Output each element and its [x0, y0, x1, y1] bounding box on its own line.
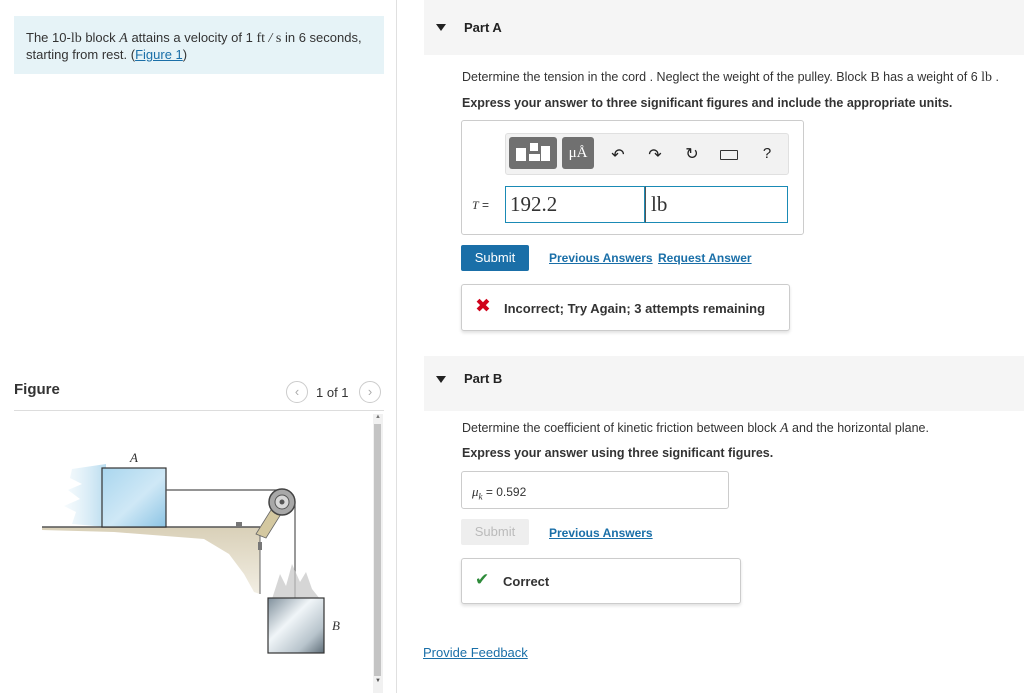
figure-link[interactable]: Figure 1 — [135, 47, 183, 62]
request-answer-link[interactable]: Request Answer — [658, 251, 752, 265]
figure-diagram: A B — [42, 450, 340, 654]
tension-unit-input[interactable]: lb — [645, 186, 788, 223]
incorrect-x-icon: ✖ — [475, 296, 491, 317]
figure-scrollbar-thumb[interactable] — [374, 424, 381, 676]
table-surface — [42, 527, 260, 594]
chevron-left-icon: ‹ — [294, 384, 300, 399]
caret-down-icon[interactable] — [436, 24, 446, 31]
label-b: B — [332, 618, 340, 633]
provide-feedback-link[interactable]: Provide Feedback — [423, 645, 528, 660]
figure-counter: 1 of 1 — [316, 385, 349, 400]
part-a-feedback-text: Incorrect; Try Again; 3 attempts remaini… — [504, 301, 766, 316]
motion-blur-b — [272, 564, 320, 599]
units-icon: μÅ — [568, 145, 588, 161]
part-b-question: Determine the coefficient of kinetic fri… — [462, 421, 929, 436]
templates-button[interactable] — [509, 137, 557, 169]
tension-value-input[interactable]: 192.2 — [505, 186, 645, 223]
part-b-title: Part B — [464, 371, 503, 386]
units-button[interactable]: μÅ — [562, 137, 594, 169]
scroll-up-arrow-icon[interactable]: ▲ — [373, 414, 383, 424]
part-a-question: Determine the tension in the cord . Negl… — [462, 70, 999, 85]
block-a — [101, 467, 167, 528]
part-a-header[interactable] — [424, 0, 1024, 55]
figure-prev-button[interactable]: ‹ — [286, 381, 308, 403]
reset-icon[interactable]: ↻ — [682, 144, 702, 164]
part-b-submit-button[interactable]: Submit — [461, 519, 529, 545]
scroll-down-arrow-icon[interactable]: ▼ — [373, 678, 383, 688]
panel-divider — [396, 0, 397, 693]
block-b — [267, 597, 325, 654]
redo-icon[interactable]: ↷ — [645, 145, 665, 165]
part-a-variable-label: T = — [472, 198, 490, 212]
friction-value: 0.592 — [496, 485, 527, 499]
help-icon[interactable]: ? — [757, 145, 777, 162]
keyboard-icon[interactable] — [720, 150, 738, 160]
figure-title: Figure — [14, 381, 60, 398]
part-b-answer: μk = 0.592 — [472, 484, 527, 502]
part-b-header[interactable] — [424, 356, 1024, 411]
label-a: A — [129, 450, 138, 465]
part-b-previous-answers-link[interactable]: Previous Answers — [549, 526, 653, 540]
part-a-submit-button[interactable]: Submit — [461, 245, 529, 271]
figure-divider — [14, 410, 384, 411]
part-a-previous-answers-link[interactable]: Previous Answers — [549, 251, 653, 265]
part-a-instruction: Express your answer to three significant… — [462, 96, 953, 110]
part-b-feedback-text: Correct — [503, 574, 550, 589]
motion-blur-a — [64, 464, 106, 527]
part-b-instruction: Express your answer using three signific… — [462, 446, 774, 460]
problem-statement: The 10-lb block A attains a velocity of … — [26, 30, 362, 62]
figure-next-button[interactable]: › — [359, 381, 381, 403]
undo-icon[interactable]: ↶ — [608, 145, 628, 165]
checkmark-icon: ✔ — [475, 570, 490, 589]
chevron-right-icon: › — [367, 384, 373, 399]
caret-down-icon[interactable] — [436, 376, 446, 383]
templates-icon — [516, 143, 550, 161]
part-a-title: Part A — [464, 20, 502, 35]
